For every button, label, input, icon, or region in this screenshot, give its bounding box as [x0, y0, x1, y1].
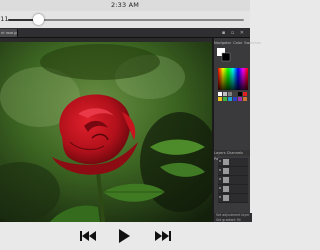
layer-thumbnail	[223, 177, 229, 183]
panel-tabs-layers: Layers Channels Paths	[214, 150, 250, 161]
layer-row[interactable]	[218, 158, 248, 167]
layer-thumbnail	[223, 168, 229, 174]
rose-image	[0, 42, 212, 222]
previous-track-icon[interactable]	[79, 228, 97, 244]
layer-thumbnail	[223, 159, 229, 165]
transport-bar	[0, 222, 250, 250]
tab-navigator[interactable]: Navigator	[214, 41, 231, 45]
tab-channels[interactable]: Channels	[227, 151, 243, 155]
visibility-icon[interactable]	[219, 169, 221, 171]
window-controls: ▪ ▫ ✕	[221, 30, 246, 36]
document-tab: nt rose.jpg @	[0, 29, 18, 37]
visibility-icon[interactable]	[219, 160, 221, 162]
editor-titlebar: nt rose.jpg @ ▪ ▫ ✕	[0, 28, 250, 38]
side-panel: NavigatorColorSwatches Layers Channels P…	[214, 38, 261, 222]
color-spectrum[interactable]	[218, 68, 248, 90]
layer-thumbnail	[223, 186, 229, 192]
status-time: 2:33 AM	[110, 1, 140, 9]
layer-thumbnail	[223, 195, 229, 201]
visibility-icon[interactable]	[219, 178, 221, 180]
panel-tabs-color: Navigator Color Swatches	[214, 40, 261, 46]
tab-color[interactable]: Color	[233, 41, 242, 45]
next-track-icon[interactable]	[154, 228, 172, 244]
layer-row[interactable]	[218, 185, 248, 194]
tab-swatches[interactable]: Swatches	[244, 41, 261, 45]
editor-frame: nt rose.jpg @ ▪ ▫ ✕	[0, 28, 261, 222]
layer-row[interactable]	[218, 194, 248, 203]
layer-row[interactable]	[218, 176, 248, 185]
visibility-icon[interactable]	[219, 187, 221, 189]
layer-row[interactable]	[218, 167, 248, 176]
progress-thumb[interactable]	[33, 14, 45, 25]
tab-layers[interactable]: Layers	[214, 151, 226, 155]
play-icon[interactable]	[117, 228, 131, 244]
swatch-grid[interactable]	[218, 92, 248, 112]
footer-line: Set adjustment layer	[216, 213, 250, 217]
color-picker-icon[interactable]	[217, 48, 231, 62]
playback-scrubber: :11	[0, 11, 250, 28]
rose-photo	[0, 42, 212, 222]
status-bar: 2:33 AM	[0, 0, 250, 11]
visibility-icon[interactable]	[219, 196, 221, 198]
panel-footer: Set adjustment layer Set gradient fill	[214, 213, 252, 222]
